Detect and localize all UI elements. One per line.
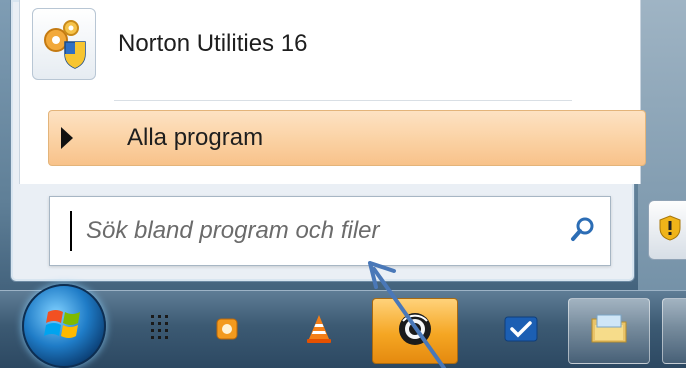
separator bbox=[114, 100, 572, 101]
taskbar-item-media[interactable] bbox=[186, 298, 268, 364]
start-menu: Norton Utilities 16 Alla program bbox=[10, 0, 646, 282]
search-input[interactable] bbox=[70, 211, 556, 251]
program-item-norton-utilities[interactable]: Norton Utilities 16 bbox=[32, 4, 612, 84]
all-programs-button[interactable]: Alla program bbox=[48, 110, 646, 166]
program-label: Norton Utilities 16 bbox=[118, 30, 308, 57]
taskbar-item-folder[interactable] bbox=[568, 298, 650, 364]
norton-utilities-icon bbox=[32, 8, 96, 80]
taskbar-item-vlc[interactable] bbox=[278, 298, 360, 364]
vlc-cone-icon bbox=[304, 313, 334, 350]
dots-grid-icon bbox=[147, 313, 175, 350]
folder-icon bbox=[590, 313, 628, 350]
programs-pane: Norton Utilities 16 Alla program bbox=[19, 0, 646, 184]
search-box bbox=[49, 196, 611, 266]
windows-orb-icon bbox=[42, 302, 86, 351]
start-button[interactable] bbox=[22, 284, 106, 368]
arrow-right-icon bbox=[61, 127, 73, 149]
chrome-like-icon bbox=[395, 309, 435, 354]
side-action-button[interactable] bbox=[648, 200, 686, 260]
shield-warning-icon bbox=[659, 214, 681, 246]
search-button[interactable] bbox=[556, 204, 610, 258]
checkmark-app-icon bbox=[504, 316, 538, 347]
search-icon bbox=[570, 216, 596, 247]
media-player-icon bbox=[215, 317, 239, 346]
taskbar-item-active[interactable] bbox=[372, 298, 458, 364]
all-programs-label: Alla program bbox=[127, 124, 264, 151]
taskbar-item-check[interactable] bbox=[480, 298, 562, 364]
taskbar-item-partial[interactable] bbox=[662, 298, 686, 364]
